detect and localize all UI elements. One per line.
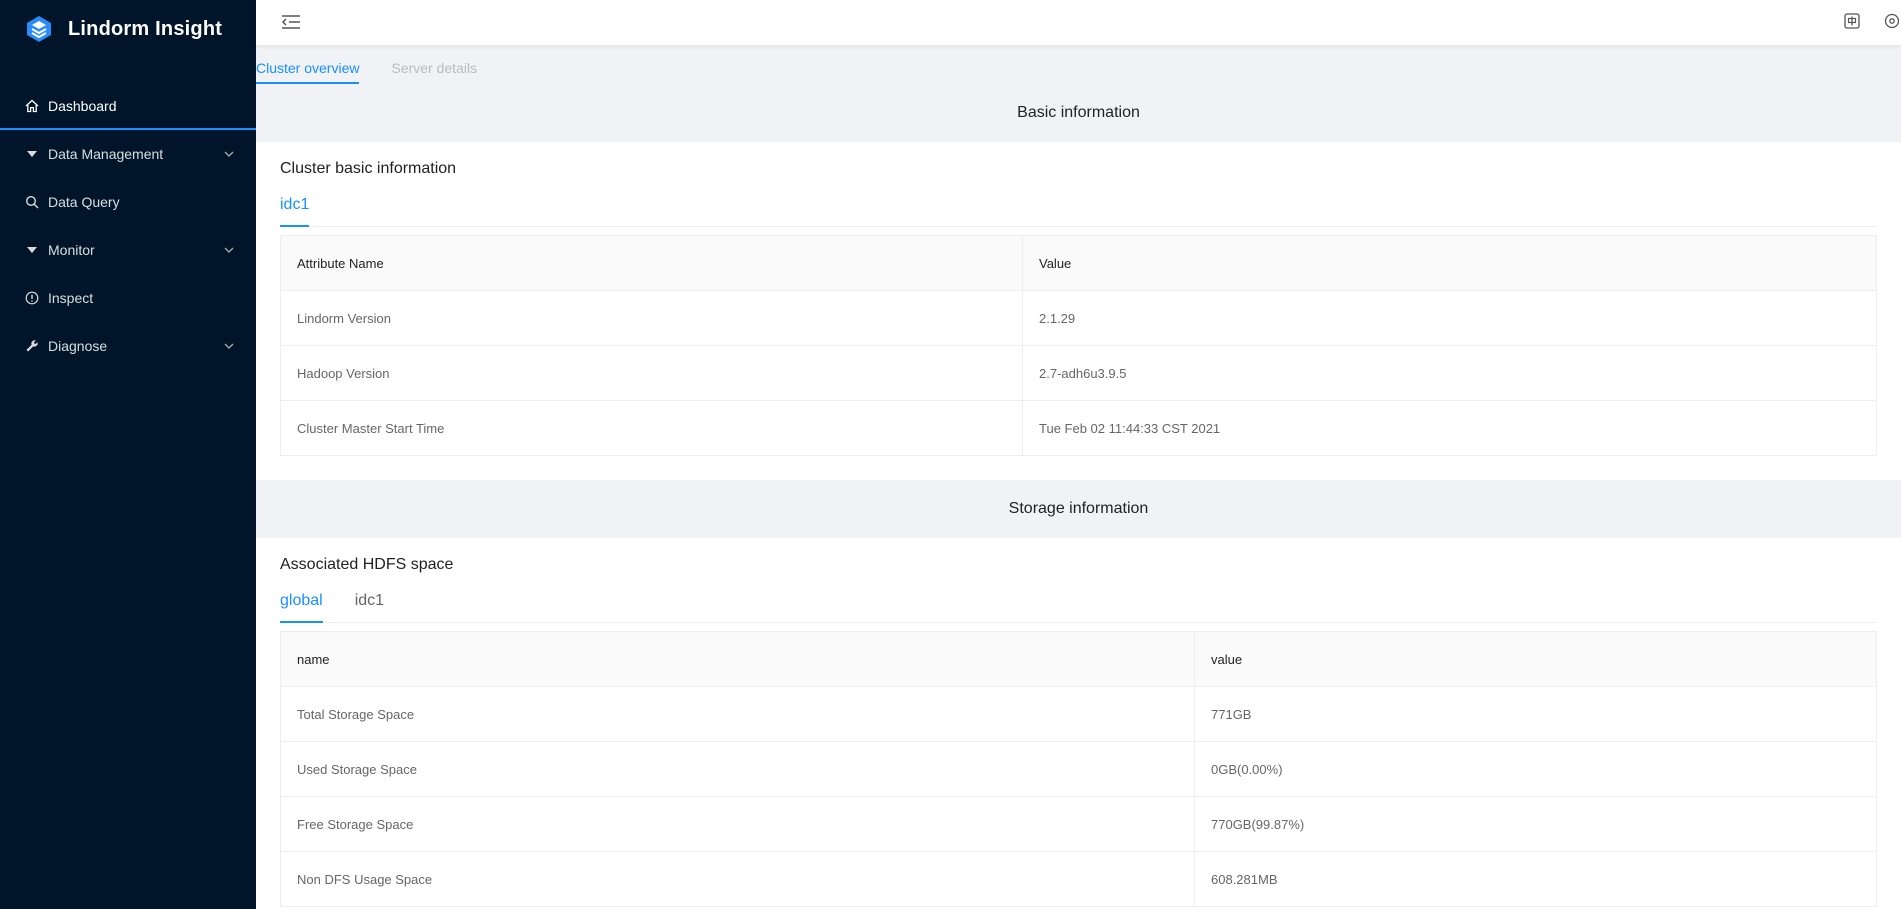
language-icon[interactable]	[1843, 12, 1861, 30]
sidebar-item-dashboard[interactable]: Dashboard	[0, 82, 256, 130]
column-header-value: Value	[1022, 235, 1877, 291]
column-header-attribute-name: Attribute Name	[280, 235, 1023, 291]
column-header-name: name	[280, 631, 1195, 687]
lindorm-logo-icon	[27, 16, 51, 42]
cluster-info-table: Attribute Name Value Lindorm Version 2.1…	[280, 235, 1877, 456]
wrench-icon	[24, 338, 40, 354]
settings-icon[interactable]	[1883, 12, 1901, 30]
cell-attribute: Lindorm Version	[280, 290, 1023, 346]
table-row: Used Storage Space 0GB(0.00%)	[280, 741, 1877, 797]
table-header-row: Attribute Name Value	[280, 235, 1877, 291]
section-storage-information: Storage information	[256, 480, 1901, 538]
sidebar-item-diagnose[interactable]: Diagnose	[0, 322, 256, 370]
caret-down-icon	[24, 146, 40, 162]
tab-cluster-overview[interactable]: Cluster overview	[256, 60, 360, 84]
sidebar-item-label: Inspect	[48, 290, 94, 306]
tab-global[interactable]: global	[280, 588, 323, 623]
cell-name: Used Storage Space	[280, 741, 1195, 797]
sidebar-item-inspect[interactable]: Inspect	[0, 274, 256, 322]
sidebar-item-label: Monitor	[48, 242, 95, 258]
search-icon	[24, 194, 40, 210]
card-title: Associated HDFS space	[280, 556, 454, 573]
cell-value: Tue Feb 02 11:44:33 CST 2021	[1022, 400, 1877, 456]
chevron-down-icon	[224, 343, 234, 349]
cell-value: 0GB(0.00%)	[1194, 741, 1877, 797]
cell-name: Non DFS Usage Space	[280, 851, 1195, 907]
table-row: Non DFS Usage Space 608.281MB	[280, 851, 1877, 907]
cell-value: 608.281MB	[1194, 851, 1877, 907]
home-icon	[24, 98, 40, 114]
column-header-value: value	[1194, 631, 1877, 687]
info-circle-icon	[24, 290, 40, 306]
tab-server-details[interactable]: Server details	[391, 60, 477, 84]
hdfs-space-table: name value Total Storage Space 771GB Use…	[280, 631, 1877, 907]
tab-idc1[interactable]: idc1	[355, 588, 384, 622]
sidebar-item-data-query[interactable]: Data Query	[0, 178, 256, 226]
table-header-row: name value	[280, 631, 1877, 687]
main-content: Cluster overview Server details Basic in…	[256, 0, 1901, 909]
app-title: Lindorm Insight	[68, 17, 223, 40]
sidebar-item-label: Diagnose	[48, 338, 108, 354]
cell-value: 770GB(99.87%)	[1194, 796, 1877, 852]
table-row: Cluster Master Start Time Tue Feb 02 11:…	[280, 400, 1877, 456]
section-basic-information: Basic information	[256, 84, 1901, 142]
brand[interactable]: Lindorm Insight	[0, 0, 256, 58]
caret-down-icon	[24, 242, 40, 258]
table-row: Total Storage Space 771GB	[280, 686, 1877, 742]
chevron-down-icon	[224, 151, 234, 157]
sidebar-menu: Dashboard Data Management Data Query Mon…	[0, 82, 256, 370]
sidebar-item-monitor[interactable]: Monitor	[0, 226, 256, 274]
top-header	[256, 0, 1901, 46]
cell-value: 771GB	[1194, 686, 1877, 742]
cluster-basic-info-card: Cluster basic information idc1 Attribute…	[256, 142, 1901, 480]
cell-attribute: Cluster Master Start Time	[280, 400, 1023, 456]
sidebar-item-label: Data Management	[48, 146, 164, 162]
page-tabs: Cluster overview Server details	[256, 46, 1901, 84]
cell-value: 2.1.29	[1022, 290, 1877, 346]
sidebar-item-label: Data Query	[48, 194, 120, 210]
sidebar: Lindorm Insight Dashboard Data Managemen…	[0, 0, 256, 909]
table-row: Free Storage Space 770GB(99.87%)	[280, 796, 1877, 852]
hdfs-space-card: Associated HDFS space global idc1 name v…	[256, 538, 1901, 907]
cluster-tabs: idc1	[280, 192, 1877, 227]
cell-value: 2.7-adh6u3.9.5	[1022, 345, 1877, 401]
chevron-down-icon	[224, 247, 234, 253]
table-row: Hadoop Version 2.7-adh6u3.9.5	[280, 345, 1877, 401]
sidebar-item-label: Dashboard	[48, 98, 117, 114]
menu-fold-icon[interactable]	[280, 12, 302, 32]
storage-tabs: global idc1	[280, 588, 1877, 623]
tab-idc1[interactable]: idc1	[280, 192, 310, 227]
header-actions	[1843, 12, 1901, 30]
cell-name: Total Storage Space	[280, 686, 1195, 742]
sidebar-item-data-management[interactable]: Data Management	[0, 130, 256, 178]
cell-name: Free Storage Space	[280, 796, 1195, 852]
cell-attribute: Hadoop Version	[280, 345, 1023, 401]
table-row: Lindorm Version 2.1.29	[280, 290, 1877, 346]
card-title: Cluster basic information	[280, 160, 457, 177]
